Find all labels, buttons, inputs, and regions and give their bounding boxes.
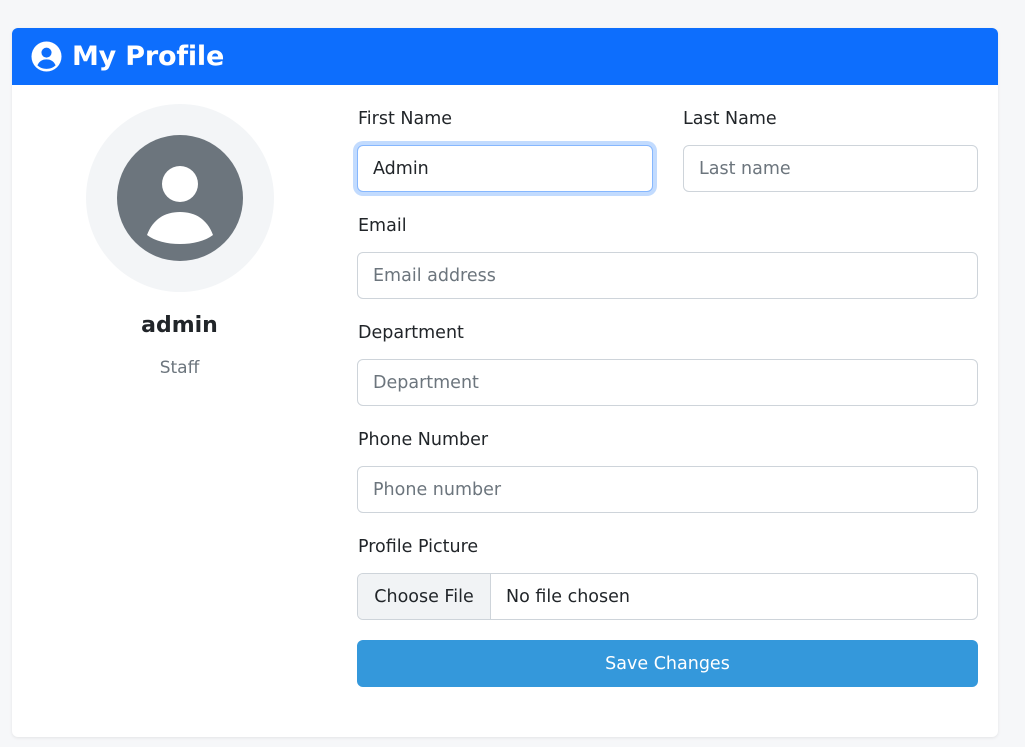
profile-role: Staff [159,358,200,378]
department-input[interactable] [357,359,978,406]
choose-file-button[interactable]: Choose File [358,574,491,619]
profile-username: admin [141,313,218,338]
file-status-text: No file chosen [506,586,630,607]
avatar [86,104,274,292]
email-input[interactable] [357,252,978,299]
department-label: Department [358,323,464,343]
first-name-label: First Name [358,109,453,129]
save-changes-button[interactable]: Save Changes [357,640,978,687]
user-circle-icon [31,41,62,72]
last-name-label: Last Name [683,109,777,129]
phone-input[interactable] [357,466,978,513]
page-title: My Profile [72,41,225,72]
first-name-input[interactable] [357,145,653,192]
email-label: Email [358,216,407,236]
card-header: My Profile [12,28,998,85]
profile-card: My Profile admin Staff First Name Last N… [12,28,998,737]
user-avatar-icon [117,135,243,261]
last-name-input[interactable] [683,145,978,192]
phone-label: Phone Number [358,430,489,450]
profile-picture-label: Profile Picture [358,537,479,557]
profile-picture-file-input[interactable]: Choose File No file chosen [357,573,978,620]
